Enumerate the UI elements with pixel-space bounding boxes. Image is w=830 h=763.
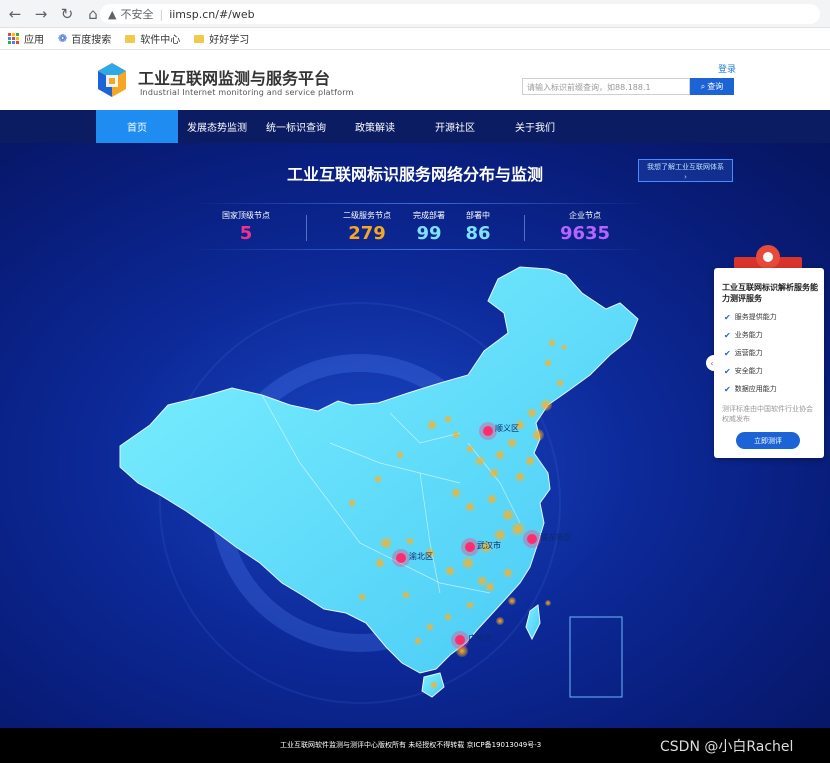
- check-icon: ✔: [724, 384, 731, 394]
- bookmark-label: 好好学习: [209, 35, 250, 46]
- platform-logo-icon: [98, 63, 126, 97]
- bookmark-apps[interactable]: 应用: [8, 31, 44, 46]
- search-input[interactable]: 请输入标识前缀查询，如88.188.1: [522, 78, 690, 95]
- panel-item-label: 服务提供能力: [734, 313, 777, 321]
- hero-section: 工业互联网标识服务网络分布与监测 我想了解工业互联网体系 › 国家顶级节点 5 …: [0, 143, 830, 728]
- warning-icon: ▲: [108, 7, 117, 21]
- stat-label-national-nodes: 国家顶级节点: [222, 211, 270, 220]
- nav-item-identifier-query[interactable]: 统一标识查询: [256, 110, 336, 143]
- stat-label-enterprise-nodes: 企业节点: [569, 211, 601, 220]
- check-icon: ✔: [724, 366, 731, 376]
- check-icon: ✔: [724, 330, 731, 340]
- site-header: 工业互联网监测与服务平台 Industrial Internet monitor…: [0, 50, 830, 110]
- bookmark-study[interactable]: 好好学习: [194, 31, 249, 46]
- stat-value-deploying: 86: [465, 223, 491, 244]
- city-label-wuhan: 武汉市: [477, 541, 501, 550]
- nav-item-about[interactable]: 关于我们: [496, 110, 574, 143]
- address-separator: |: [159, 7, 164, 21]
- baidu-paw-icon: ❁: [58, 32, 68, 45]
- login-link[interactable]: 登录: [718, 62, 736, 75]
- bookmark-software-center[interactable]: 软件中心: [125, 31, 180, 46]
- city-label-pudong: 浦东新区: [540, 533, 572, 542]
- apps-grid-icon: [8, 33, 19, 44]
- search-icon: ⌕: [700, 81, 706, 91]
- china-mainland-shape: [119, 266, 639, 674]
- stat-value-deployed: 99: [416, 223, 442, 244]
- browser-toolbar: ← → ↻ ⌂ ▲ 不安全 | iimsp.cn/#/web: [0, 0, 830, 28]
- url-text: iimsp.cn/#/web: [169, 7, 255, 21]
- stat-value-secondary-nodes: 279: [348, 223, 386, 244]
- bookmark-label: 应用: [24, 35, 44, 46]
- city-label-shunyi: 顺义区: [495, 424, 519, 433]
- stat-label-secondary-nodes: 二级服务节点: [343, 211, 391, 220]
- learn-system-link[interactable]: 我想了解工业互联网体系 ›: [638, 159, 733, 182]
- panel-item-label: 安全能力: [734, 367, 763, 375]
- platform-subtitle: Industrial Internet monitoring and servi…: [140, 88, 354, 97]
- learn-link-text: 我想了解工业互联网体系: [647, 163, 724, 171]
- bookmark-baidu[interactable]: ❁ 百度搜索: [58, 31, 111, 46]
- nav-item-home[interactable]: 首页: [96, 110, 178, 143]
- panel-item-label: 业务能力: [734, 331, 763, 339]
- stat-value-enterprise-nodes: 9635: [559, 223, 611, 244]
- check-icon: ✔: [724, 348, 731, 358]
- watermark: CSDN @小白Rachel: [660, 739, 794, 755]
- bookmarks-bar: 应用 ❁ 百度搜索 软件中心 好好学习: [0, 28, 830, 50]
- panel-note: 测评标准由中国软件行业协会权威发布: [722, 405, 813, 423]
- insecure-label: 不安全: [120, 8, 154, 21]
- main-nav: 首页 发展态势监测 统一标识查询 政策解读 开源社区 关于我们: [0, 110, 830, 143]
- stat-label-deployed: 完成部署: [413, 211, 445, 220]
- city-label-yubei: 渝北区: [409, 552, 433, 561]
- platform-title: 工业互联网监测与服务平台: [138, 69, 331, 88]
- bookmark-label: 软件中心: [140, 35, 181, 46]
- footer: 工业互联网软件监测与测评中心版权所有 未经授权不得转载 京ICP备1901304…: [0, 728, 830, 763]
- check-icon: ✔: [724, 312, 731, 322]
- evaluate-now-button[interactable]: 立即测评: [736, 432, 800, 449]
- stats-divider-top: [190, 203, 650, 204]
- search-button[interactable]: ⌕ 查询: [690, 78, 734, 95]
- panel-title: 工业互联网标识解析服务能力测评服务: [722, 283, 818, 303]
- forward-icon[interactable]: →: [30, 3, 52, 25]
- stats-divider-bottom: [190, 249, 650, 250]
- chevron-right-icon: ›: [684, 173, 687, 181]
- address-bar[interactable]: ▲ 不安全 | iimsp.cn/#/web: [100, 4, 820, 24]
- stat-label-deploying: 部署中: [466, 211, 490, 220]
- nav-item-policy[interactable]: 政策解读: [336, 110, 414, 143]
- search-button-label: 查询: [707, 82, 724, 91]
- stat-value-national-nodes: 5: [239, 223, 253, 244]
- reload-icon[interactable]: ↻: [56, 3, 78, 25]
- folder-icon: [194, 34, 205, 43]
- panel-item: ✔ 数据应用能力: [724, 384, 777, 394]
- footer-copyright: 工业互联网软件监测与测评中心版权所有 未经授权不得转载 京ICP备1901304…: [280, 741, 542, 749]
- bookmark-label: 百度搜索: [71, 35, 112, 46]
- back-icon[interactable]: ←: [4, 3, 26, 25]
- panel-item: ✔ 服务提供能力: [724, 312, 777, 322]
- stat-divider: [306, 215, 307, 241]
- nav-item-community[interactable]: 开源社区: [414, 110, 496, 143]
- city-label-guangzhou: 广州市: [468, 634, 492, 643]
- panel-item-label: 数据应用能力: [734, 385, 777, 393]
- panel-collapse-arrow-icon[interactable]: ‹: [706, 355, 718, 371]
- evaluation-panel: 工业互联网标识解析服务能力测评服务 ✔ 服务提供能力 ✔ 业务能力 ✔ 运营能力…: [714, 268, 824, 458]
- panel-item-label: 运营能力: [734, 349, 763, 357]
- panel-item: ✔ 业务能力: [724, 330, 763, 340]
- panel-item: ✔ 安全能力: [724, 366, 763, 376]
- south-sea-inset: [569, 616, 623, 698]
- panel-item: ✔ 运营能力: [724, 348, 763, 358]
- stat-divider: [524, 215, 525, 241]
- folder-icon: [125, 34, 136, 43]
- nav-item-development-monitoring[interactable]: 发展态势监测: [178, 110, 256, 143]
